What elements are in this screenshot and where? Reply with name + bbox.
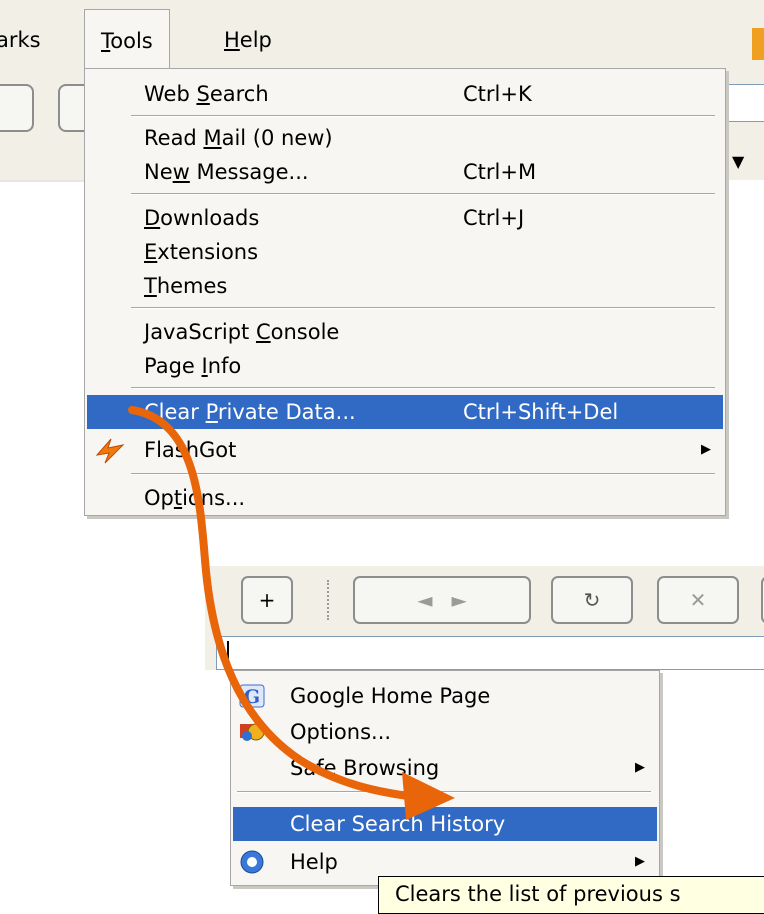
menu-item-label: FlashGot — [144, 438, 237, 462]
toolbar-button[interactable] — [0, 84, 34, 132]
stop-icon[interactable]: ✕ — [657, 576, 739, 624]
menu-item-label: Themes — [144, 274, 228, 298]
back-forward-button[interactable]: ◄ ► — [353, 576, 531, 624]
orange-edge-icon — [752, 28, 764, 60]
flashgot-icon — [95, 438, 125, 464]
text-caret — [227, 641, 229, 665]
help-icon — [240, 850, 264, 874]
tools-menu: Web Search Ctrl+K Read Mail (0 new) New … — [84, 68, 726, 516]
menubar: arks Tools Help — [0, 0, 764, 70]
reload-icon[interactable]: ↻ — [551, 576, 633, 624]
menu-separator — [131, 473, 715, 475]
submenu-arrow-icon: ▶ — [701, 442, 711, 457]
menu-item-label: Downloads — [144, 206, 260, 230]
menu-item-label: JavaScript Console — [144, 320, 340, 344]
menu-item-label: Options... — [290, 720, 392, 744]
url-bar[interactable] — [720, 84, 764, 122]
menu-item-page-info[interactable]: Page Info — [87, 349, 723, 383]
menu-bookmarks[interactable]: arks — [0, 14, 57, 66]
google-g-icon: G — [239, 684, 265, 708]
menu-item-help[interactable]: Help ▶ — [233, 845, 657, 879]
menu-item-web-search[interactable]: Web Search Ctrl+K — [87, 77, 723, 111]
menu-item-google-home-page[interactable]: G Google Home Page — [233, 679, 657, 713]
menu-help-label-rest: elp — [239, 28, 272, 52]
toolbar-separator — [327, 580, 329, 620]
menu-item-label: Google Home Page — [290, 684, 491, 708]
menu-item-options[interactable]: Options... — [87, 481, 723, 515]
menu-tools-label-T: T — [101, 29, 111, 53]
dropdown-arrow-icon[interactable]: ▼ — [732, 152, 744, 171]
menu-item-flashgot[interactable]: FlashGot ▶ — [87, 433, 723, 467]
menu-item-label: Web Search — [144, 82, 269, 106]
menu-item-read-mail[interactable]: Read Mail (0 new) — [87, 121, 723, 155]
submenu-arrow-icon: ▶ — [635, 760, 645, 775]
shortcut-label: Ctrl+K — [463, 82, 532, 106]
menu-separator — [131, 387, 715, 389]
google-search-input[interactable] — [216, 636, 764, 670]
menu-separator — [237, 791, 651, 793]
menu-separator — [131, 307, 715, 309]
menu-item-label: Page Info — [144, 354, 242, 378]
menu-help-label-H: H — [224, 28, 240, 52]
menu-item-safe-browsing[interactable]: Safe Browsing ▶ — [233, 751, 657, 785]
menu-item-label: Read Mail (0 new) — [144, 126, 333, 150]
divider — [0, 180, 84, 182]
shortcut-label: Ctrl+M — [463, 160, 537, 184]
menu-item-options[interactable]: Options... — [233, 715, 657, 749]
menu-tools-label-rest: ools — [110, 29, 153, 53]
tooltip: Clears the list of previous s — [378, 876, 764, 914]
menu-item-themes[interactable]: Themes — [87, 269, 723, 303]
shortcut-label: Ctrl+J — [463, 206, 525, 230]
menu-item-label: Clear Private Data... — [144, 400, 356, 424]
menu-item-label: Safe Browsing — [290, 756, 440, 780]
menu-item-label: Help — [290, 850, 338, 874]
new-tab-button[interactable]: + — [241, 576, 293, 624]
options-icon — [240, 723, 265, 741]
shortcut-label: Ctrl+Shift+Del — [463, 400, 619, 424]
menu-item-label: Options... — [144, 486, 246, 510]
svg-text:G: G — [244, 686, 260, 708]
menu-separator — [131, 115, 715, 117]
menu-item-extensions[interactable]: Extensions — [87, 235, 723, 269]
google-menu: G Google Home Page Options... Safe Brows… — [230, 670, 660, 886]
menu-item-clear-search-history[interactable]: Clear Search History — [233, 807, 657, 841]
menu-separator — [131, 193, 715, 195]
menu-item-javascript-console[interactable]: JavaScript Console — [87, 315, 723, 349]
menu-item-label: Extensions — [144, 240, 259, 264]
tooltip-text: Clears the list of previous s — [395, 882, 681, 906]
menu-item-label: New Message... — [144, 160, 309, 184]
menu-tools[interactable]: Tools — [84, 9, 170, 70]
menu-help[interactable]: Help — [208, 14, 288, 66]
menu-item-label: Clear Search History — [290, 812, 506, 836]
menu-item-new-message[interactable]: New Message... Ctrl+M — [87, 155, 723, 189]
submenu-arrow-icon: ▶ — [635, 854, 645, 869]
menu-item-clear-private-data[interactable]: Clear Private Data... Ctrl+Shift+Del — [87, 395, 723, 429]
menu-item-downloads[interactable]: Downloads Ctrl+J — [87, 201, 723, 235]
